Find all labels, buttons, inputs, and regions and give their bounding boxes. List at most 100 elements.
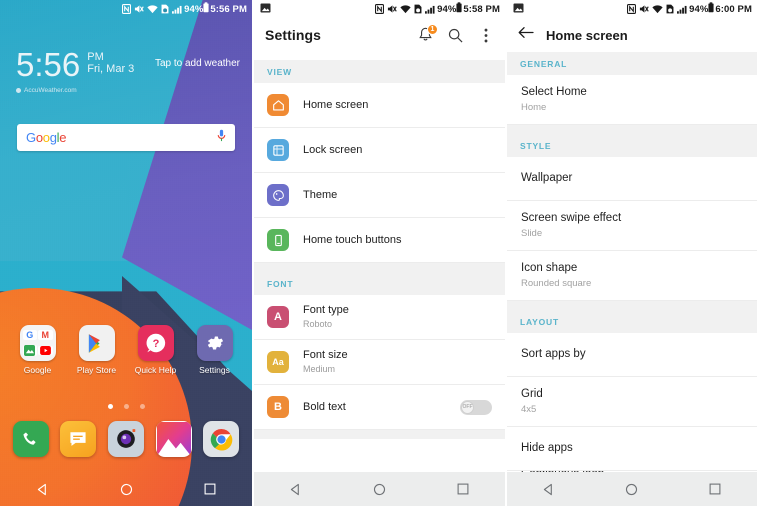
messages-icon[interactable]: [60, 421, 97, 457]
clock-weather-widget[interactable]: 5:56 PM Fri, Mar 3 AccuWeather.com: [16, 46, 134, 94]
app-play-store[interactable]: Play Store: [72, 325, 122, 375]
battery-icon-home: [203, 2, 209, 16]
panel-home-screen: 94% 5:56 PM 5:56 PM Fri, Mar 3 AccuWeath…: [0, 0, 252, 506]
row-title: Sort apps by: [521, 348, 586, 360]
nfc-icon: [375, 4, 385, 14]
search-icon[interactable]: [447, 27, 464, 44]
app-google-folder[interactable]: G M Google: [13, 325, 63, 375]
weather-provider-label: AccuWeather.com: [24, 87, 77, 94]
theme-palette-icon: [267, 184, 289, 206]
app-label: Play Store: [76, 365, 117, 375]
status-icons-home: [122, 4, 183, 14]
google-folder-icon: G M: [19, 325, 56, 361]
chrome-icon[interactable]: [203, 421, 240, 457]
row-title: Screen swipe effect: [521, 212, 622, 224]
app-settings[interactable]: Settings: [190, 325, 240, 375]
app-label: Settings: [199, 365, 230, 375]
row-hide-apps[interactable]: Hide apps: [507, 427, 757, 471]
svg-text:?: ?: [152, 338, 159, 350]
home-icon[interactable]: [615, 472, 649, 506]
gallery-icon[interactable]: [155, 421, 192, 457]
row-title: Hide apps: [521, 442, 573, 454]
settings-gear-icon: [196, 325, 233, 361]
page-dot-1[interactable]: [107, 404, 113, 409]
row-theme[interactable]: Theme: [254, 173, 505, 218]
row-title: Icon shape: [521, 262, 578, 274]
status-bar-home: 94% 5:56 PM: [0, 0, 252, 18]
app-quick-help[interactable]: ? Quick Help: [131, 325, 181, 375]
app-grid: G M Google Play Store ? Quick Help Setti…: [0, 325, 252, 375]
row-home-touch-buttons[interactable]: Home touch buttons: [254, 218, 505, 263]
back-icon[interactable]: [532, 472, 566, 506]
page-dot-3[interactable]: [139, 404, 145, 409]
row-bold-text[interactable]: B Bold text OFF: [254, 385, 505, 430]
row-select-home[interactable]: Select Home Home: [507, 75, 757, 125]
wifi-icon: [147, 4, 158, 14]
row-title: Font type: [303, 304, 349, 316]
recents-icon[interactable]: [446, 472, 480, 506]
sim-icon: [161, 4, 169, 14]
lock-screen-icon: [267, 139, 289, 161]
row-grid[interactable]: Grid 4x5: [507, 377, 757, 427]
row-subtitle: Medium: [303, 364, 336, 374]
play-store-icon: [78, 325, 115, 361]
wifi-icon: [400, 4, 411, 14]
section-spacer-2: [507, 301, 757, 310]
google-logo: Google: [26, 130, 67, 145]
home-touch-buttons-icon: [267, 229, 289, 251]
row-home-screen[interactable]: Home screen: [254, 83, 505, 128]
back-icon[interactable]: [279, 472, 313, 506]
font-type-icon: A: [267, 306, 289, 328]
phone-icon[interactable]: [12, 421, 49, 457]
back-icon[interactable]: [25, 472, 59, 506]
widget-time: 5:56: [16, 46, 81, 83]
app-label: Quick Help: [134, 365, 177, 375]
battery-icon-homescreen: [708, 2, 714, 16]
row-subtitle: 4x5: [521, 404, 537, 415]
row-lock-screen[interactable]: Lock screen: [254, 128, 505, 173]
row-screen-swipe-effect[interactable]: Screen swipe effect Slide: [507, 201, 757, 251]
notifications-bell-icon[interactable]: 1: [417, 23, 438, 44]
navigation-bar-homescreen: [507, 472, 757, 506]
row-title: Lock screen: [303, 144, 363, 156]
bold-text-toggle[interactable]: OFF: [460, 399, 492, 415]
battery-percent-home: 94%: [184, 3, 204, 15]
row-sort-apps-by[interactable]: Sort apps by: [507, 333, 757, 377]
microphone-icon[interactable]: [217, 129, 226, 147]
settings-scroll-area[interactable]: VIEW Home screen Lock screen Theme Home …: [254, 60, 505, 472]
top-bar-actions: 1: [417, 23, 494, 44]
section-spacer-1: [507, 125, 757, 134]
row-font-type[interactable]: A Font type Roboto: [254, 295, 505, 340]
row-icon-shape[interactable]: Icon shape Rounded square: [507, 251, 757, 301]
camera-icon[interactable]: [107, 421, 144, 457]
app-label: Google: [23, 365, 52, 375]
section-header-layout: LAYOUT: [507, 310, 757, 333]
tap-to-add-weather[interactable]: Tap to add weather: [155, 58, 240, 69]
panel-settings: 94% 5:58 PM Settings 1 Net: [254, 0, 505, 506]
nfc-icon: [627, 4, 637, 14]
home-icon[interactable]: [362, 472, 396, 506]
overflow-menu-icon[interactable]: [477, 27, 494, 44]
home-icon[interactable]: [109, 472, 143, 506]
section-header-font: FONT: [254, 272, 505, 295]
recents-icon[interactable]: [193, 472, 227, 506]
bold-text-icon: B: [267, 396, 289, 418]
toggle-knob: OFF: [461, 400, 474, 414]
google-search-bar[interactable]: Google: [17, 124, 235, 151]
recents-icon[interactable]: [698, 472, 732, 506]
row-subtitle: Slide: [521, 228, 543, 239]
nfc-icon: [122, 4, 132, 14]
homescreen-scroll-area[interactable]: GENERAL Select Home Home STYLE Wallpaper…: [507, 52, 757, 472]
row-title: Bold text: [303, 401, 346, 413]
section-header-view: VIEW: [254, 60, 505, 83]
section-header-general: GENERAL: [507, 52, 757, 75]
back-arrow-icon[interactable]: [518, 26, 534, 44]
widget-ampm: PM: [87, 51, 104, 63]
row-title: Wallpaper: [521, 172, 573, 184]
clock-settings: 5:58 PM: [463, 3, 500, 15]
row-font-size[interactable]: Aa Font size Medium: [254, 340, 505, 385]
row-subtitle: Rounded square: [521, 278, 592, 289]
row-wallpaper[interactable]: Wallpaper: [507, 157, 757, 201]
dock: [0, 421, 252, 457]
page-dot-2[interactable]: [123, 404, 129, 409]
